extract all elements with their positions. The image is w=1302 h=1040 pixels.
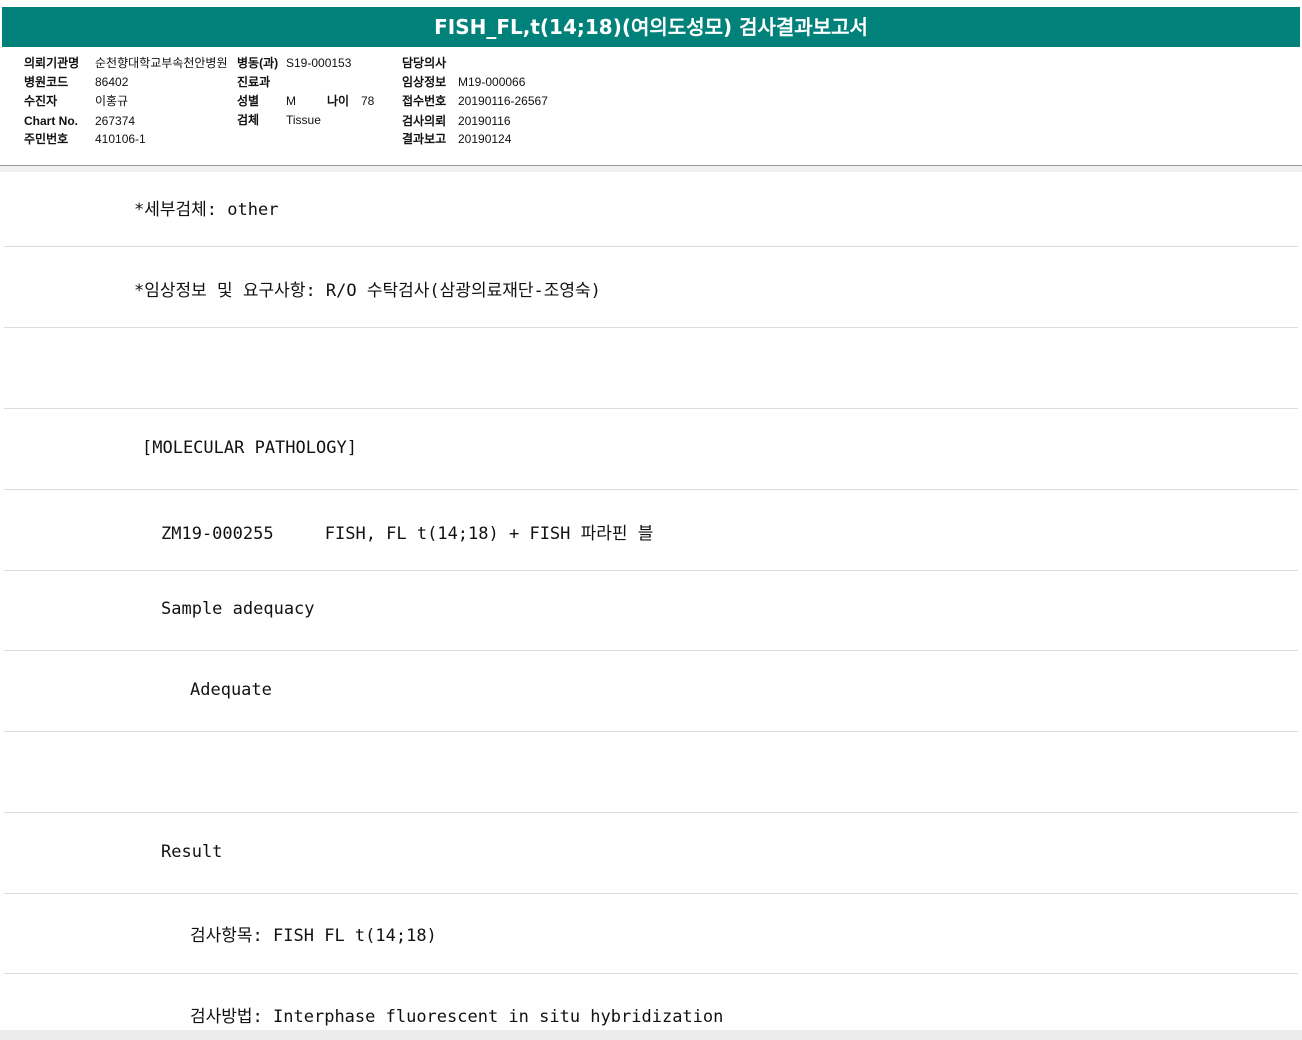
result-heading: Result xyxy=(161,842,223,862)
sex-label: 성별 xyxy=(237,94,260,108)
resident-id-label: 주민번호 xyxy=(24,132,69,146)
clinical-info-value: M19-000066 xyxy=(458,75,526,89)
clinical-request-line: *임상정보 및 요구사항: R/O 수탁검사(삼광의료재단-조영숙) xyxy=(134,281,601,301)
report-line xyxy=(4,733,1298,813)
ward-value: S19-000153 xyxy=(286,56,352,70)
bottom-scroll-edge xyxy=(0,1030,1302,1040)
patient-value: 이홍규 xyxy=(95,94,129,108)
sample-adequacy-value: Adequate xyxy=(190,680,272,700)
report-date-label: 결과보고 xyxy=(402,132,447,146)
clinical-info-label: 임상정보 xyxy=(402,75,447,89)
ward-label: 병동(과) xyxy=(237,56,279,70)
sex-value: M xyxy=(286,94,296,108)
report-title: FISH_FL,t(14;18)(여의도성모) 검사결과보고서 xyxy=(2,7,1300,47)
department-label: 진료과 xyxy=(237,75,271,89)
chart-no-value: 267374 xyxy=(95,114,136,128)
institution-label: 의뢰기관명 xyxy=(24,56,80,70)
report-line: [MOLECULAR PATHOLOGY] xyxy=(4,410,1298,490)
request-date-value: 20190116 xyxy=(458,114,511,128)
report-line xyxy=(4,329,1298,409)
detail-specimen-line: *세부검체: other xyxy=(134,200,279,220)
resident-id-value: 410106-1 xyxy=(95,132,146,146)
test-item-line: 검사항목: FISH FL t(14;18) xyxy=(190,926,437,946)
report-date-value: 20190124 xyxy=(458,132,512,146)
hospital-code-value: 86402 xyxy=(95,75,129,89)
hospital-code-label: 병원코드 xyxy=(24,75,69,89)
specimen-label: 검체 xyxy=(237,113,260,127)
receipt-no-label: 접수번호 xyxy=(402,94,447,108)
patient-info-header: 의뢰기관명 순천향대학교부속천안병원 병동(과) S19-000153 담당의사… xyxy=(0,47,1302,166)
test-code-line: ZM19-000255 FISH, FL t(14;18) + FISH 파라핀… xyxy=(161,524,654,544)
receipt-no-value: 20190116-26567 xyxy=(458,94,548,108)
patient-label: 수진자 xyxy=(24,94,58,108)
section-heading: [MOLECULAR PATHOLOGY] xyxy=(142,438,357,458)
specimen-value: Tissue xyxy=(286,113,321,127)
report-line: ZM19-000255 FISH, FL t(14;18) + FISH 파라핀… xyxy=(4,491,1298,571)
report-line: Sample adequacy xyxy=(4,571,1298,651)
report-line: Result xyxy=(4,814,1298,894)
test-method-line: 검사방법: Interphase fluorescent in situ hyb… xyxy=(190,1007,724,1027)
report-line: *세부검체: other xyxy=(4,167,1298,247)
report-line: 검사방법: Interphase fluorescent in situ hyb… xyxy=(4,975,1298,1030)
report-line: Adequate xyxy=(4,652,1298,732)
chart-no-label: Chart No. xyxy=(24,114,78,128)
report-line: *임상정보 및 요구사항: R/O 수탁검사(삼광의료재단-조영숙) xyxy=(4,248,1298,328)
age-label: 나이 xyxy=(327,94,350,108)
sample-adequacy-label: Sample adequacy xyxy=(161,599,315,619)
report-line: 검사항목: FISH FL t(14;18) xyxy=(4,894,1298,974)
doctor-label: 담당의사 xyxy=(402,56,447,70)
request-date-label: 검사의뢰 xyxy=(402,114,447,128)
institution-value: 순천향대학교부속천안병원 xyxy=(95,56,228,70)
age-value: 78 xyxy=(361,94,375,108)
